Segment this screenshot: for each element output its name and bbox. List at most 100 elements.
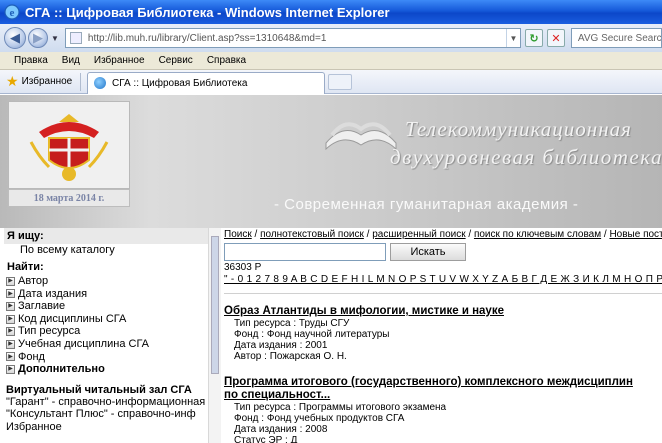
address-bar[interactable]: http://lib.muh.ru/library/Client.asp?ss=…: [64, 28, 521, 48]
link-advanced-search[interactable]: расширенный поиск: [372, 229, 465, 240]
search-scope-heading: Я ищу:: [4, 228, 209, 244]
toolbar-separator: [80, 72, 81, 91]
sidebar-item-label: Тип ресурса: [18, 325, 81, 338]
record-field: Дата издания : 2008: [234, 424, 328, 435]
web-page: 18 марта 2014 г. Телекоммуникационная дв…: [0, 95, 662, 443]
find-options-list: ▶ Автор ▶ Дата издания ▶ Заглавие ▶ Код дисц…: [4, 275, 209, 376]
tab-title: СГА :: Цифровая Библиотека: [112, 77, 248, 89]
favorites-bar: ★ Избранное СГА :: Цифровая Библиотека: [0, 70, 662, 94]
page-icon: [69, 32, 82, 44]
sidebar-item-label: Дополнительно: [18, 363, 105, 376]
crest-icon: [29, 114, 109, 181]
expand-arrow-icon: ▶: [6, 352, 15, 362]
alphabet-index[interactable]: " - 0 1 2 7 8 9 A B C D E F H I L M N O …: [224, 274, 662, 286]
reading-room-consultant[interactable]: "Консультант Плюс" - справочно-инф: [4, 408, 209, 421]
left-sidebar: Я ищу: По всему каталогу Найти: ▶ Автор ▶…: [4, 228, 210, 443]
sidebar-item-label: Код дисциплины СГА: [18, 312, 127, 325]
record-title-continuation[interactable]: по специальност...: [224, 389, 662, 402]
back-button[interactable]: ◀: [4, 27, 26, 49]
expand-arrow-icon: ▶: [6, 364, 15, 374]
record-title-link[interactable]: Образ Атлантиды в мифологии, мистике и н…: [224, 305, 662, 318]
link-new-arrivals[interactable]: Новые поступления: [609, 229, 662, 240]
find-by-fund[interactable]: ▶ Фонд: [6, 351, 209, 364]
forward-button[interactable]: ▶: [28, 28, 48, 48]
new-tab-button[interactable]: [328, 73, 352, 90]
record-title-link[interactable]: Программа итогового (государственного) к…: [224, 376, 662, 389]
window-title: СГА :: Цифровая Библиотека - Windows Int…: [25, 4, 390, 20]
expand-arrow-icon: ▶: [6, 276, 15, 286]
internet-explorer-icon: e: [4, 4, 20, 20]
find-by-discipline[interactable]: ▶ Учебная дисциплина СГА: [6, 338, 209, 351]
site-banner: 18 марта 2014 г. Телекоммуникационная дв…: [0, 95, 662, 228]
expand-arrow-icon: ▶: [6, 301, 15, 311]
record-field: Тип ресурса : Программы итогового экзаме…: [234, 402, 447, 413]
menu-bar: Правка Вид Избранное Сервис Справка: [0, 52, 662, 70]
current-date: 18 марта 2014 г.: [8, 189, 130, 207]
find-by-author[interactable]: ▶ Автор: [6, 275, 209, 288]
record-field: Тип ресурса : Труды СГУ: [234, 318, 350, 329]
link-keyword-search[interactable]: поиск по ключевым словам: [474, 229, 601, 240]
link-search[interactable]: Поиск: [224, 229, 252, 240]
history-dropdown-icon[interactable]: ▼: [51, 34, 59, 43]
stop-icon[interactable]: ✕: [546, 29, 565, 47]
link-fulltext-search[interactable]: полнотекстовый поиск: [260, 229, 364, 240]
search-button[interactable]: Искать: [390, 243, 466, 261]
address-dropdown-icon[interactable]: ▼: [505, 29, 520, 47]
search-row: Искать: [224, 243, 662, 261]
list-item: Образ Атлантиды в мифологии, мистике и н…: [224, 305, 662, 362]
ie-tab-icon: [94, 77, 106, 89]
avg-search-field[interactable]: AVG Secure Search: [570, 28, 662, 48]
sidebar-item-label: Дата издания: [18, 287, 88, 300]
record-field: Дата издания : 2001: [234, 340, 328, 351]
search-scope-all-catalog[interactable]: По всему каталогу: [4, 244, 209, 259]
expand-arrow-icon: ▶: [6, 314, 15, 324]
library-title-line1: Телекоммуникационная: [405, 117, 632, 141]
find-by-resource-type[interactable]: ▶ Тип ресурса: [6, 325, 209, 338]
sidebar-item-label: Заглавие: [18, 300, 66, 313]
url-text[interactable]: http://lib.muh.ru/library/Client.asp?ss=…: [88, 33, 506, 44]
avg-search-placeholder: AVG Secure Search: [577, 32, 662, 44]
sidebar-scrollbar[interactable]: [208, 228, 221, 443]
menu-favorites[interactable]: Избранное: [94, 55, 145, 66]
academy-name: - Современная гуманитарная академия -: [274, 196, 579, 213]
find-by-title[interactable]: ▶ Заглавие: [6, 300, 209, 313]
refresh-icon[interactable]: ↻: [524, 29, 543, 47]
sidebar-item-label: Учебная дисциплина СГА: [18, 337, 149, 350]
navigation-toolbar: ◀ ▶ ▼ http://lib.muh.ru/library/Client.a…: [0, 24, 662, 52]
menu-edit[interactable]: Правка: [14, 55, 48, 66]
expand-arrow-icon: ▶: [6, 339, 15, 349]
sidebar-item-label: Автор: [18, 275, 49, 287]
academy-logo[interactable]: [8, 101, 130, 189]
search-input[interactable]: [224, 243, 386, 261]
search-mode-links: Поиск / полнотекстовый поиск / расширенн…: [224, 229, 662, 242]
sidebar-item-label: Фонд: [18, 350, 45, 363]
svg-text:e: e: [10, 7, 15, 19]
star-icon: ★: [6, 73, 19, 89]
find-by-discipline-code[interactable]: ▶ Код дисциплины СГА: [6, 313, 209, 326]
scrollbar-thumb[interactable]: [211, 236, 219, 374]
divider: [224, 293, 662, 294]
find-heading: Найти:: [4, 259, 209, 275]
reading-room-garant[interactable]: "Гарант" - справочно-информационная: [4, 396, 209, 409]
favorites-button[interactable]: ★ Избранное: [0, 73, 76, 90]
record-field: Фонд : Фонд учебных продуктов СГА: [234, 413, 405, 424]
menu-help[interactable]: Справка: [207, 55, 246, 66]
tab-sga-library[interactable]: СГА :: Цифровая Библиотека: [87, 71, 325, 94]
favorites-label: Избранное: [21, 76, 73, 87]
record-field: Фонд : Фонд научной литературы: [234, 329, 390, 340]
find-advanced[interactable]: ▶ Дополнительно: [6, 363, 209, 376]
menu-tools[interactable]: Сервис: [159, 55, 193, 66]
reading-room-favorites[interactable]: Избранное: [4, 421, 209, 434]
menu-view[interactable]: Вид: [62, 55, 80, 66]
find-by-publish-date[interactable]: ▶ Дата издания: [6, 288, 209, 301]
window-title-bar[interactable]: e СГА :: Цифровая Библиотека - Windows I…: [0, 0, 662, 24]
expand-arrow-icon: ▶: [6, 289, 15, 299]
expand-arrow-icon: ▶: [6, 327, 15, 337]
reading-room-heading: Виртуальный читальный зал СГА: [6, 383, 192, 396]
library-title-line2: двухуровневая библиотека: [390, 145, 662, 169]
record-field: Автор : Пожарская О. Н.: [234, 351, 347, 362]
record-field: Статус ЭР : Д: [234, 435, 298, 443]
list-item: Программа итогового (государственного) к…: [224, 376, 662, 443]
result-count: 36303 Р: [224, 262, 262, 273]
main-content: Поиск / полнотекстовый поиск / расширенн…: [224, 228, 662, 443]
